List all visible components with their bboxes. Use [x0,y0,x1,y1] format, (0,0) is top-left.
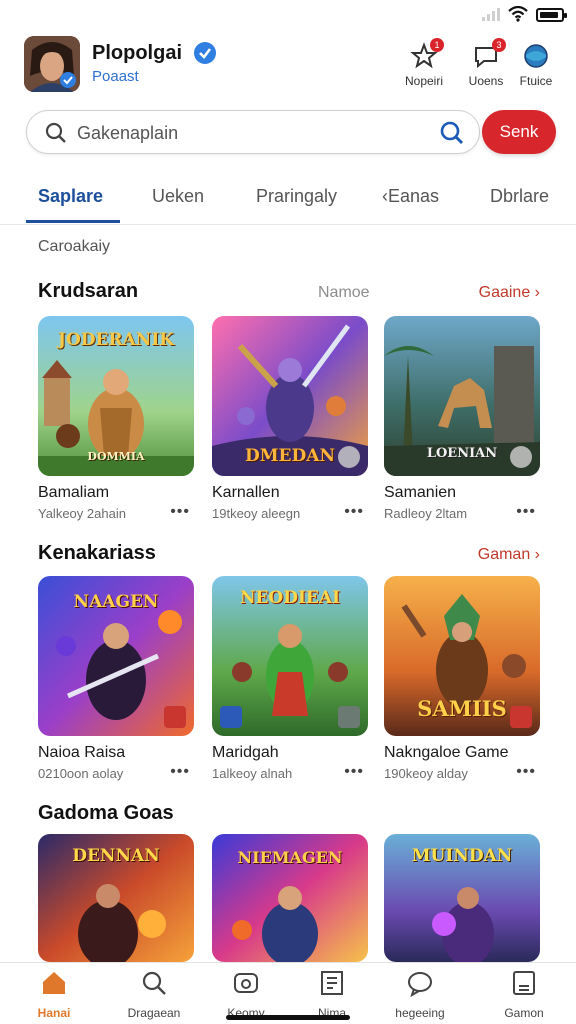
wifi-icon [508,6,528,22]
game-title: Bamaliam [38,484,110,501]
game-card[interactable]: NEODIEAI Maridgah 1alkeoy alnah ••• [212,576,368,781]
header-button-label: Nopeiri [404,74,443,88]
verified-icon [194,42,216,64]
nav-item-profile[interactable]: Gamon [484,969,564,1020]
chat-bubble-icon [408,972,432,998]
tab-ueken[interactable]: Ueken [152,186,204,207]
game-card[interactable]: JODERANIK DOMMIA Bamaliam Yalkeoy 2ahain… [38,316,194,521]
home-icon [43,972,65,994]
controller-icon [234,973,258,993]
badge-icon [338,446,360,468]
game-thumbnail: DMEDAN [212,316,368,476]
header-button-profile[interactable]: Ftuice [506,38,566,94]
more-options-icon[interactable]: ••• [344,503,364,521]
nav-item-home[interactable]: Hanai [14,969,94,1020]
game-thumbnail: LOENIAN [384,316,540,476]
game-card[interactable]: NIEMAGEN [212,834,368,962]
game-thumbnail: NAAGEN [38,576,194,736]
tab-praringaly[interactable]: Praringaly [256,186,337,207]
game-thumbnail: DENNAN [38,834,194,962]
badge-icon [164,706,186,728]
badge-icon [338,706,360,728]
game-logo-text: NAAGEN [73,592,159,612]
nav-label: Hanai [37,1006,71,1020]
game-thumbnail: NEODIEAI [212,576,368,736]
more-options-icon[interactable]: ••• [344,763,364,781]
app-header: Plopolgai Poaast 1 Nopeiri 3 Uoens Ftuic… [24,36,560,94]
more-options-icon[interactable]: ••• [516,503,536,521]
search-icon [142,971,166,995]
game-title: Nakngaloe Game [384,744,509,761]
nav-item-messaging[interactable]: hegeeing [380,969,460,1020]
game-thumbnail: JODERANIK DOMMIA [38,316,194,476]
status-bar [0,0,576,30]
home-indicator [226,1015,350,1020]
nav-item-library[interactable]: Nima [292,969,372,1020]
chat-icon: 3 [472,38,506,70]
game-card[interactable]: MUINDAN [384,834,540,962]
tab-saplare[interactable]: Saplare [38,186,103,207]
search-submit-icon[interactable] [439,120,465,146]
nav-label: hegeeing [395,1006,445,1020]
game-title: Maridgah [212,744,279,761]
library-icon [321,971,343,995]
avatar[interactable] [24,36,80,92]
section-more-link[interactable]: Gaman › [478,546,540,564]
game-card[interactable]: LOENIAN Samanien Radleoy 2ltam ••• [384,316,540,521]
badge-icon [510,706,532,728]
game-card[interactable]: DENNAN [38,834,194,962]
search-bar [26,110,480,154]
search-icon [45,122,66,143]
platform-icon [220,706,242,728]
section-title: Kenakariass [38,542,156,564]
bottom-navigation: Hanai Dragaean Keomy Nima hegeeing Gamon [0,962,576,1024]
game-thumbnail: MUINDAN [384,834,540,962]
battery-icon [536,8,567,22]
globe-icon [522,42,550,70]
app-name: Plopolgai [92,42,182,64]
signal-icon [482,8,500,21]
game-logo-text: JODERANIK [57,330,175,350]
notification-badge: 1 [430,38,444,52]
game-card[interactable]: DMEDAN Karnallen 19tkeoy aleegn ••• [212,316,368,521]
section-title: Gadoma Goas [38,802,174,824]
tab-bar: Saplare Ueken Praringaly ‹Eanas Dbrlare [0,180,576,224]
nav-label: Dragaean [127,1006,181,1020]
more-options-icon[interactable]: ••• [516,763,536,781]
section-filter-label[interactable]: Namoe [318,284,370,302]
search-input[interactable] [77,119,407,147]
game-logo-subtext: DOMMIA [87,450,145,463]
search-button[interactable]: Senk [482,110,556,154]
nav-item-games[interactable]: Keomy [206,969,286,1020]
app-subtitle: Poaast [92,68,139,85]
game-title: Samanien [384,484,457,501]
tab-dbrlare[interactable]: Dbrlare [490,186,549,207]
badge-icon [510,446,532,468]
game-logo-text: DENNAN [72,846,160,866]
notification-badge: 3 [492,38,506,52]
section-title: Krudsaran [38,280,139,302]
game-thumbnail: SAMIIS [384,576,540,736]
game-card[interactable]: SAMIIS Nakngaloe Game 190keoy alday ••• [384,576,540,781]
more-options-icon[interactable]: ••• [170,503,190,521]
game-thumbnail: NIEMAGEN [212,834,368,962]
profile-card-icon [513,971,535,995]
divider [0,224,576,225]
game-title: Naioa Raisa [38,744,126,761]
header-button-label: Ftuice [519,74,553,88]
header-button-favorites[interactable]: 1 Nopeiri [394,38,454,94]
category-label: Caroakaiy [38,238,111,255]
game-title: Karnallen [212,484,280,501]
more-options-icon[interactable]: ••• [170,763,190,781]
game-card[interactable]: NAAGEN Naioa Raisa 0210oon aolay ••• [38,576,194,781]
section-more-link[interactable]: Gaaine › [479,284,540,302]
star-icon: 1 [410,38,444,70]
game-logo-text: NEODIEAI [239,588,341,608]
game-logo-text: NIEMAGEN [237,848,343,867]
active-tab-indicator [26,220,120,223]
tab-eanas[interactable]: ‹Eanas [382,186,439,207]
nav-item-search[interactable]: Dragaean [114,969,194,1020]
nav-label: Gamon [504,1006,544,1020]
game-logo-text: MUINDAN [411,846,513,866]
